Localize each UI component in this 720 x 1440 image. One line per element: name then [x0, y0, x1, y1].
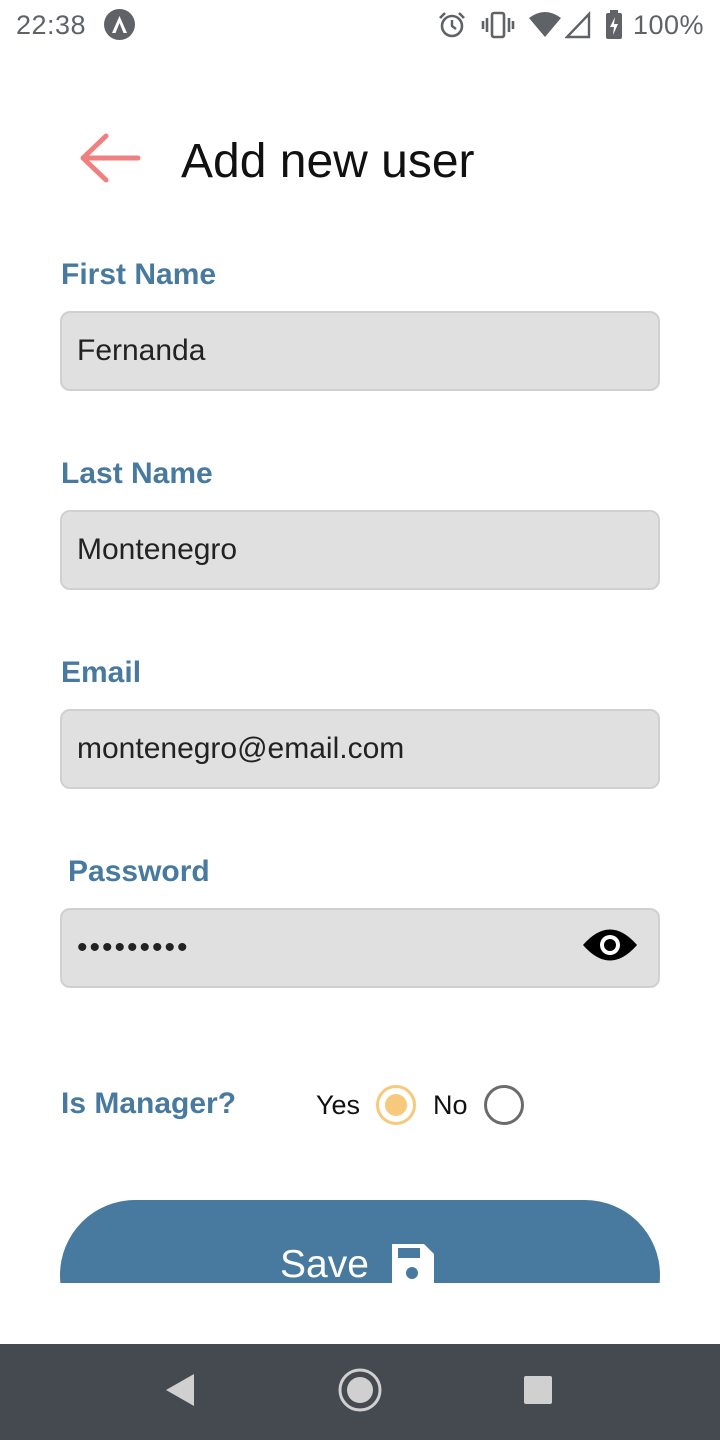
last-name-label: Last Name: [61, 457, 213, 490]
radio-yes[interactable]: [376, 1085, 417, 1125]
radio-no[interactable]: [483, 1085, 524, 1125]
recents-square-icon: [523, 1375, 553, 1410]
radio-selected-dot: [385, 1094, 408, 1116]
header: Add new user: [0, 110, 720, 210]
wifi-icon: [528, 11, 561, 39]
is-manager-label: Is Manager?: [61, 1087, 237, 1120]
password-input[interactable]: •••••••••: [60, 908, 660, 988]
save-button-container: Save: [60, 1200, 660, 1283]
first-name-value: Fernanda: [77, 334, 206, 367]
nav-back-button[interactable]: [156, 1368, 204, 1416]
vibrate-icon: [481, 10, 515, 40]
is-manager-radio-group: Yes No: [316, 1084, 524, 1126]
floppy-disk-icon: [388, 1240, 436, 1283]
nav-home-button[interactable]: [336, 1368, 384, 1416]
page-title: Add new user: [181, 135, 475, 188]
back-triangle-icon: [164, 1372, 196, 1413]
status-time: 22:38: [16, 10, 87, 40]
cell-signal-icon: [564, 11, 591, 39]
last-name-input[interactable]: Montenegro: [60, 510, 660, 590]
home-circle-icon: [337, 1367, 383, 1418]
email-label: Email: [61, 656, 142, 689]
password-label: Password: [68, 855, 210, 888]
first-name-input[interactable]: Fernanda: [60, 311, 660, 391]
app-notification-icon: [104, 9, 135, 40]
navigation-bar: [0, 1344, 720, 1440]
arrow-left-icon: [78, 132, 142, 189]
save-button[interactable]: Save: [60, 1200, 660, 1283]
save-button-label: Save: [280, 1243, 369, 1283]
radio-yes-label: Yes: [316, 1089, 361, 1120]
battery-percentage: 100%: [632, 9, 704, 40]
radio-no-label: No: [433, 1089, 468, 1120]
alarm-icon: [437, 10, 467, 40]
first-name-label: First Name: [61, 258, 217, 291]
eye-icon: [581, 926, 639, 972]
status-icons: 100%: [437, 7, 704, 43]
password-value: •••••••••: [77, 931, 190, 964]
status-bar: 22:38 100%: [0, 0, 720, 50]
show-password-button[interactable]: [580, 928, 640, 970]
last-name-value: Montenegro: [77, 533, 238, 566]
email-input[interactable]: montenegro@email.com: [60, 709, 660, 789]
nav-recents-button[interactable]: [514, 1368, 562, 1416]
battery-charging-icon: [605, 10, 623, 40]
email-value: montenegro@email.com: [77, 732, 405, 765]
back-button[interactable]: [70, 128, 150, 192]
